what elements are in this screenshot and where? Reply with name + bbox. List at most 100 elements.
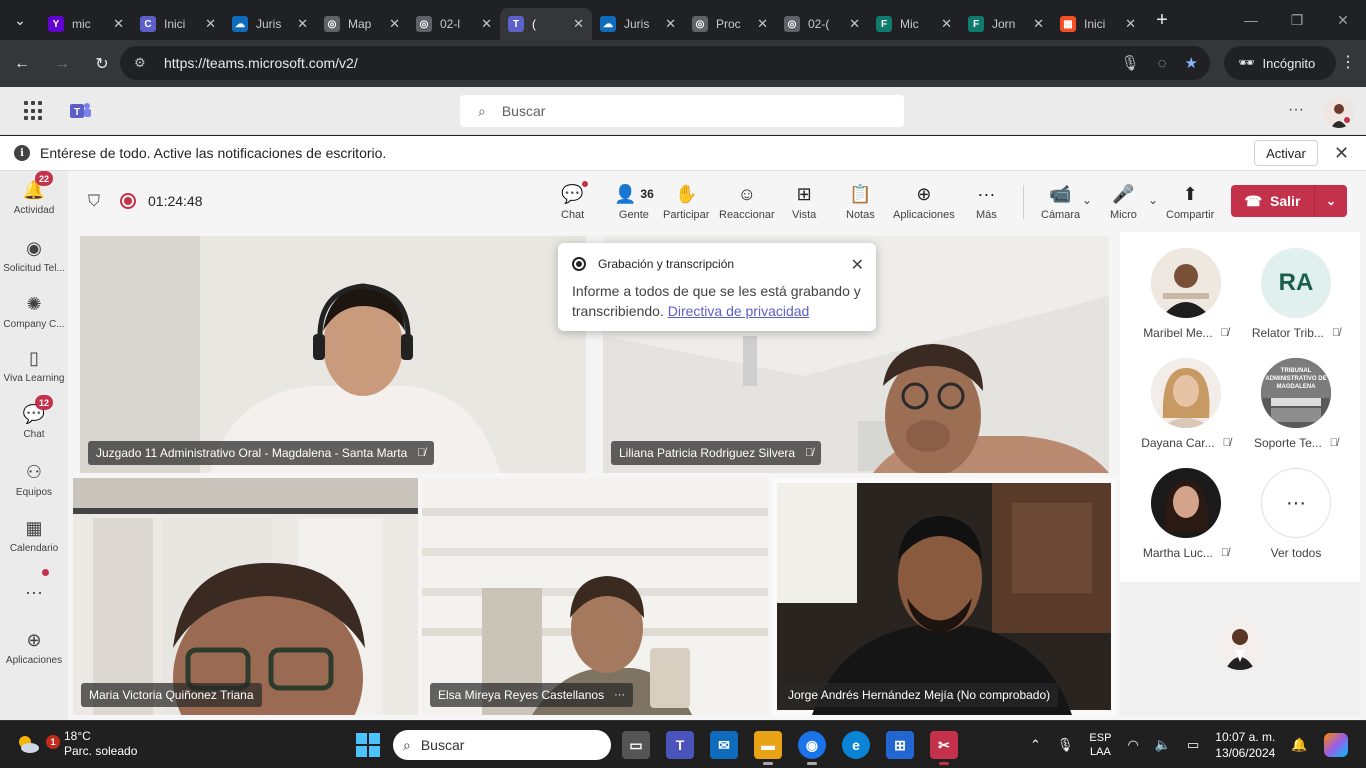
camera-button[interactable]: 📹 Cámara	[1041, 183, 1080, 222]
tile-more-options-icon[interactable]: ···	[614, 689, 625, 701]
minimize-icon[interactable]: —	[1228, 0, 1274, 40]
close-tab-icon[interactable]: ✕	[849, 16, 860, 32]
address-bar[interactable]: ⚙ https://teams.microsoft.com/v2/ 🎙 ◌ ★	[120, 46, 1210, 80]
volume-icon[interactable]: 🔈	[1155, 737, 1171, 753]
microphone-tray-icon[interactable]: 🎙	[1057, 737, 1074, 753]
chrome-icon[interactable]: ◉	[798, 731, 826, 765]
more-button[interactable]: ··· Más	[976, 183, 997, 222]
close-tab-icon[interactable]: ✕	[757, 16, 768, 32]
site-info-icon[interactable]: ⚙	[134, 55, 150, 71]
browser-tab[interactable]: ▦ Inici ✕	[1052, 8, 1144, 40]
rail-item-chat[interactable]: 💬 12 Chat	[0, 395, 68, 440]
browser-tab[interactable]: C Inici ✕	[132, 8, 224, 40]
camera-blocked-icon[interactable]: ◌	[1158, 55, 1167, 72]
notes-button[interactable]: 📋 Notas	[846, 183, 875, 222]
store-icon[interactable]: ⊞	[886, 731, 914, 759]
teams-app-icon[interactable]: T	[666, 731, 694, 759]
rail-item-activity[interactable]: 🔔 22 Actividad	[0, 171, 68, 216]
mic-button[interactable]: 🎤 Micro	[1110, 183, 1137, 222]
reload-icon[interactable]: ↻	[84, 46, 120, 82]
rail-item-teams[interactable]: ⚇ Equipos	[0, 461, 68, 499]
app-launcher-icon[interactable]	[24, 101, 44, 121]
show-hidden-icons-chevron-icon[interactable]: ⌃	[1030, 737, 1041, 753]
close-window-icon[interactable]: ✕	[1320, 0, 1366, 40]
leave-options-chevron-icon[interactable]: ⌄	[1315, 194, 1347, 208]
close-banner-icon[interactable]: ✕	[1334, 143, 1349, 164]
view-all-participants-button[interactable]: ··· Ver todos	[1241, 468, 1351, 560]
apps-button[interactable]: ⊕ Aplicaciones	[893, 183, 955, 222]
chat-button[interactable]: 💬 Chat	[561, 181, 588, 221]
browser-tab[interactable]: ☁ Juris ✕	[592, 8, 684, 40]
video-tile[interactable]: Maria Victoria Quiñonez Triana	[73, 478, 418, 715]
video-tile[interactable]: Elsa Mireya Reyes Castellanos ···	[422, 478, 768, 715]
recording-icon[interactable]	[120, 193, 136, 209]
participant-card[interactable]: TRIBUNAL ADMINISTRATIVO DE MAGDALENA Sopor…	[1241, 358, 1351, 450]
browser-tab[interactable]: F Mic ✕	[868, 8, 960, 40]
tab-search-icon[interactable]: ⌄	[0, 0, 40, 40]
people-button[interactable]: 👤 36 Gente	[614, 183, 654, 222]
react-button[interactable]: ☺ Reaccionar	[719, 183, 775, 222]
close-tab-icon[interactable]: ✕	[665, 16, 676, 32]
browser-tab[interactable]: T (✕	[500, 8, 592, 40]
rail-item-solicitud[interactable]: ◉ Solicitud Tel...	[0, 237, 68, 275]
rail-item-more[interactable]: ···	[0, 581, 68, 603]
close-tab-icon[interactable]: ✕	[205, 16, 216, 32]
shield-icon[interactable]: ⛉	[88, 193, 100, 211]
close-tab-icon[interactable]: ✕	[1033, 16, 1044, 32]
bookmark-star-icon[interactable]: ★	[1185, 54, 1198, 72]
task-view-icon[interactable]: ▭	[622, 731, 650, 759]
self-view-tile[interactable]	[1120, 582, 1360, 716]
privacy-policy-link[interactable]: Directiva de privacidad	[668, 303, 810, 319]
file-explorer-icon[interactable]: ▬	[754, 731, 782, 765]
forward-icon[interactable]: →	[44, 46, 80, 82]
edge-icon[interactable]: e	[842, 731, 870, 759]
rail-item-company[interactable]: ✺ Company C...	[0, 293, 68, 331]
video-tile-active-speaker[interactable]: Jorge Andrés Hernández Mejía (No comprob…	[772, 478, 1116, 715]
browser-tab[interactable]: ◎ 02-(✕	[776, 8, 868, 40]
browser-menu-icon[interactable]: ⋮	[1340, 52, 1356, 72]
wifi-icon[interactable]: ◠	[1127, 737, 1138, 753]
browser-tab[interactable]: ◎ Proc ✕	[684, 8, 776, 40]
browser-tab[interactable]: ◎ 02-l ✕	[408, 8, 500, 40]
start-button-icon[interactable]	[356, 733, 380, 757]
participant-card[interactable]: RA Relator Trib... 🎙̸	[1241, 248, 1351, 340]
input-language[interactable]: ESP LAA	[1089, 731, 1111, 759]
notifications-bell-icon[interactable]: 🔔	[1291, 737, 1307, 753]
participant-card[interactable]: Maribel Me... 🎙̸	[1131, 248, 1241, 340]
browser-tab[interactable]: ◎ Map ✕	[316, 8, 408, 40]
rail-item-apps[interactable]: ⊕ Aplicaciones	[0, 629, 68, 667]
copilot-icon[interactable]	[1323, 733, 1348, 757]
share-button[interactable]: ⬆ Compartir	[1166, 183, 1214, 222]
close-tab-icon[interactable]: ✕	[113, 16, 124, 32]
incognito-indicator[interactable]: 🕶 Incógnito	[1224, 46, 1336, 80]
close-tab-icon[interactable]: ✕	[941, 16, 952, 32]
rail-item-calendar[interactable]: ▦ Calendario	[0, 517, 68, 555]
clock[interactable]: 10:07 a. m. 13/06/2024	[1215, 729, 1275, 761]
mail-icon[interactable]: ✉	[710, 731, 738, 759]
close-tab-icon[interactable]: ✕	[573, 16, 584, 32]
battery-icon[interactable]: ▭	[1187, 737, 1199, 753]
rail-item-viva-learning[interactable]: ▯ Viva Learning	[0, 347, 68, 385]
view-button[interactable]: ⊞ Vista	[792, 183, 816, 222]
browser-tab[interactable]: ☁ Juris ✕	[224, 8, 316, 40]
mic-permission-icon[interactable]: 🎙	[1121, 54, 1140, 72]
settings-more-icon[interactable]: ···	[1288, 101, 1304, 119]
close-tab-icon[interactable]: ✕	[389, 16, 400, 32]
participant-card[interactable]: Dayana Car... 🎙̸	[1131, 358, 1241, 450]
close-popup-icon[interactable]: ✕	[851, 255, 864, 275]
close-tab-icon[interactable]: ✕	[1125, 16, 1136, 32]
activate-notifications-button[interactable]: Activar	[1254, 140, 1318, 166]
back-icon[interactable]: ←	[4, 46, 40, 82]
restore-icon[interactable]: ❐	[1274, 0, 1320, 40]
mic-options-chevron-icon[interactable]: ⌄	[1148, 193, 1158, 207]
leave-button[interactable]: ☎ Salir ⌄	[1231, 185, 1347, 217]
snipping-tool-icon[interactable]: ✂	[930, 731, 958, 765]
teams-search-input[interactable]: ⌕ Buscar	[460, 95, 904, 127]
raise-hand-button[interactable]: ✋ Participar	[663, 183, 709, 222]
weather-widget[interactable]: 1 18°C Parc. soleado	[16, 729, 137, 759]
camera-options-chevron-icon[interactable]: ⌄	[1082, 193, 1092, 207]
close-tab-icon[interactable]: ✕	[297, 16, 308, 32]
browser-tab[interactable]: F Jorn ✕	[960, 8, 1052, 40]
close-tab-icon[interactable]: ✕	[481, 16, 492, 32]
participant-card[interactable]: Martha Luc... 🎙̸	[1131, 468, 1241, 560]
